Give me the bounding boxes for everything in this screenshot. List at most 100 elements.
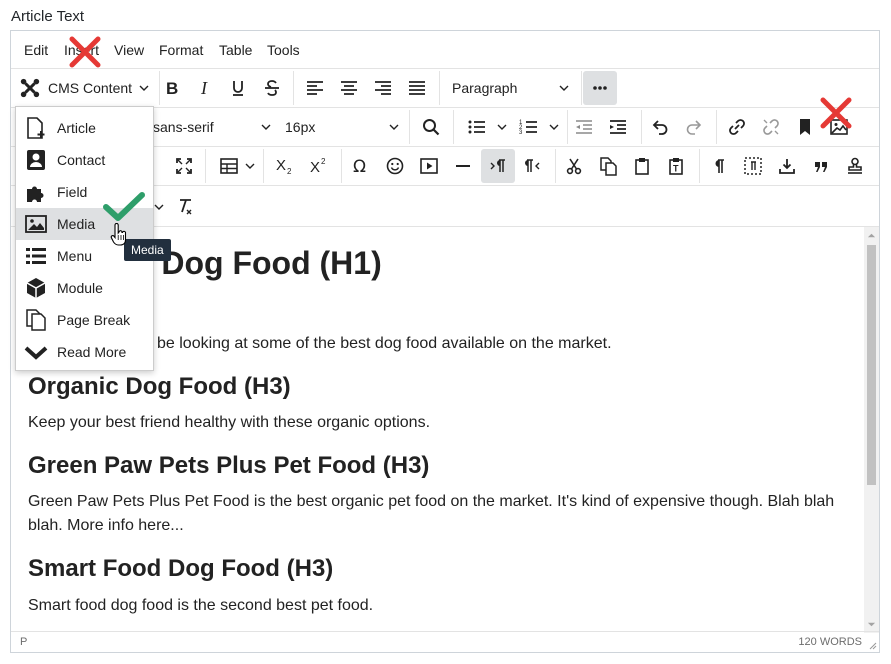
- outdent-icon: [576, 120, 592, 134]
- heading-green-paw: Green Paw Pets Plus Pet Food (H3): [28, 452, 430, 479]
- align-left-button[interactable]: [299, 72, 331, 104]
- italic-icon: I: [200, 78, 208, 98]
- redo-button[interactable]: [678, 111, 710, 143]
- cube-icon: [26, 278, 46, 298]
- svg-text:Ω: Ω: [353, 157, 366, 176]
- table-button[interactable]: [211, 150, 257, 182]
- italic-button[interactable]: I: [189, 72, 221, 104]
- superscript-button[interactable]: X2: [303, 150, 335, 182]
- visual-chars-button[interactable]: [703, 150, 735, 182]
- numbered-list-button[interactable]: 123: [511, 111, 561, 143]
- dropdown-item-contact[interactable]: Contact: [16, 144, 153, 176]
- blockquote-button[interactable]: [805, 150, 837, 182]
- red-x-icon: [820, 97, 852, 129]
- align-left-icon: [307, 81, 323, 95]
- bold-icon: B: [166, 79, 178, 98]
- outdent-button[interactable]: [568, 111, 600, 143]
- visual-blocks-icon: [744, 157, 762, 175]
- dropdown-item-page-break[interactable]: Page Break: [16, 304, 153, 336]
- superscript-icon: X2: [310, 157, 326, 176]
- rtl-icon: [525, 159, 540, 172]
- strikethrough-button[interactable]: [256, 72, 288, 104]
- list-icon: [26, 248, 46, 264]
- cut-button[interactable]: [558, 150, 590, 182]
- indent-button[interactable]: [602, 111, 634, 143]
- align-right-button[interactable]: [367, 72, 399, 104]
- content-scrollbar[interactable]: [864, 227, 879, 633]
- menu-format[interactable]: Format: [159, 42, 203, 58]
- clear-format-icon: [180, 199, 192, 215]
- table-icon: [220, 158, 238, 174]
- field-label: Article Text: [11, 8, 85, 25]
- scrollbar-thumb[interactable]: [867, 245, 876, 485]
- font-family-value: sans-serif: [153, 119, 214, 135]
- svg-text:X: X: [310, 159, 320, 176]
- font-size-value: 16px: [285, 119, 316, 135]
- search-replace-button[interactable]: [415, 111, 447, 143]
- underline-button[interactable]: [222, 72, 254, 104]
- ltr-button[interactable]: [481, 149, 515, 183]
- svg-text:2: 2: [287, 167, 292, 176]
- insert-icon: [779, 159, 795, 174]
- font-family-select[interactable]: sans-serif: [141, 111, 271, 143]
- contact-icon: [27, 150, 45, 170]
- undo-icon: [652, 120, 668, 135]
- rtl-button[interactable]: [517, 150, 549, 182]
- search-icon: [423, 119, 440, 136]
- intro-paragraph: be looking at some of the best dog food …: [157, 335, 612, 352]
- menu-tools[interactable]: Tools: [267, 42, 300, 58]
- fullscreen-button[interactable]: [168, 150, 200, 182]
- dropdown-item-article[interactable]: Article: [16, 112, 153, 144]
- toolbar-row-1: CMS Content B I Paragraph: [11, 69, 879, 108]
- align-justify-icon: [409, 81, 425, 95]
- bullet-list-button[interactable]: [459, 111, 509, 143]
- page-break-button[interactable]: [771, 150, 803, 182]
- block-format-select[interactable]: Paragraph: [445, 72, 577, 104]
- element-path[interactable]: P: [20, 636, 27, 648]
- word-count[interactable]: 120 WORDS: [798, 636, 862, 648]
- bold-button[interactable]: B: [155, 72, 187, 104]
- unlink-button[interactable]: [755, 111, 787, 143]
- link-icon: [729, 119, 745, 135]
- align-right-icon: [375, 81, 391, 95]
- cms-content-button[interactable]: CMS Content: [15, 72, 159, 104]
- clear-formatting-button[interactable]: [169, 190, 201, 222]
- menu-view[interactable]: View: [114, 42, 144, 58]
- dropdown-item-read-more[interactable]: Read More: [16, 336, 153, 368]
- bookmark-button[interactable]: [789, 111, 821, 143]
- visual-blocks-button[interactable]: [737, 150, 769, 182]
- menu-table[interactable]: Table: [219, 42, 252, 58]
- resize-handle-icon[interactable]: [867, 640, 877, 650]
- emoticons-button[interactable]: [379, 150, 411, 182]
- horizontal-line-icon: [456, 165, 470, 167]
- font-size-select[interactable]: 16px: [279, 111, 403, 143]
- pilcrow-icon: [715, 159, 724, 173]
- subscript-button[interactable]: X2: [269, 150, 301, 182]
- paragraph-green-paw: Green Paw Pets Plus Pet Food is the best…: [28, 493, 835, 534]
- align-center-button[interactable]: [333, 72, 365, 104]
- svg-text:T: T: [673, 164, 679, 174]
- special-character-button[interactable]: Ω: [345, 150, 377, 182]
- link-button[interactable]: [721, 111, 753, 143]
- paste-button[interactable]: [626, 150, 658, 182]
- more-toolbar-button[interactable]: [583, 71, 617, 105]
- ltr-icon: [490, 159, 505, 172]
- paste-as-text-button[interactable]: T: [660, 150, 692, 182]
- smiley-icon: [386, 157, 404, 175]
- media-embed-button[interactable]: [413, 150, 445, 182]
- align-center-icon: [341, 81, 357, 95]
- dropdown-item-module[interactable]: Module: [16, 272, 153, 304]
- article-icon: [27, 117, 45, 139]
- copy-button[interactable]: [592, 150, 624, 182]
- paragraph-smart-food: Smart food dog food is the second best p…: [28, 597, 374, 614]
- heading-organic: Organic Dog Food (H3): [28, 373, 291, 400]
- ellipsis-icon: [593, 86, 607, 90]
- horizontal-rule-button[interactable]: [447, 150, 479, 182]
- align-justify-button[interactable]: [401, 72, 433, 104]
- template-button[interactable]: [839, 150, 871, 182]
- strikethrough-icon: [265, 80, 279, 96]
- undo-button[interactable]: [644, 111, 676, 143]
- menubar: Edit Insert View Format Table Tools: [11, 31, 879, 69]
- menu-edit[interactable]: Edit: [24, 42, 48, 58]
- scroll-up-icon: [867, 233, 876, 238]
